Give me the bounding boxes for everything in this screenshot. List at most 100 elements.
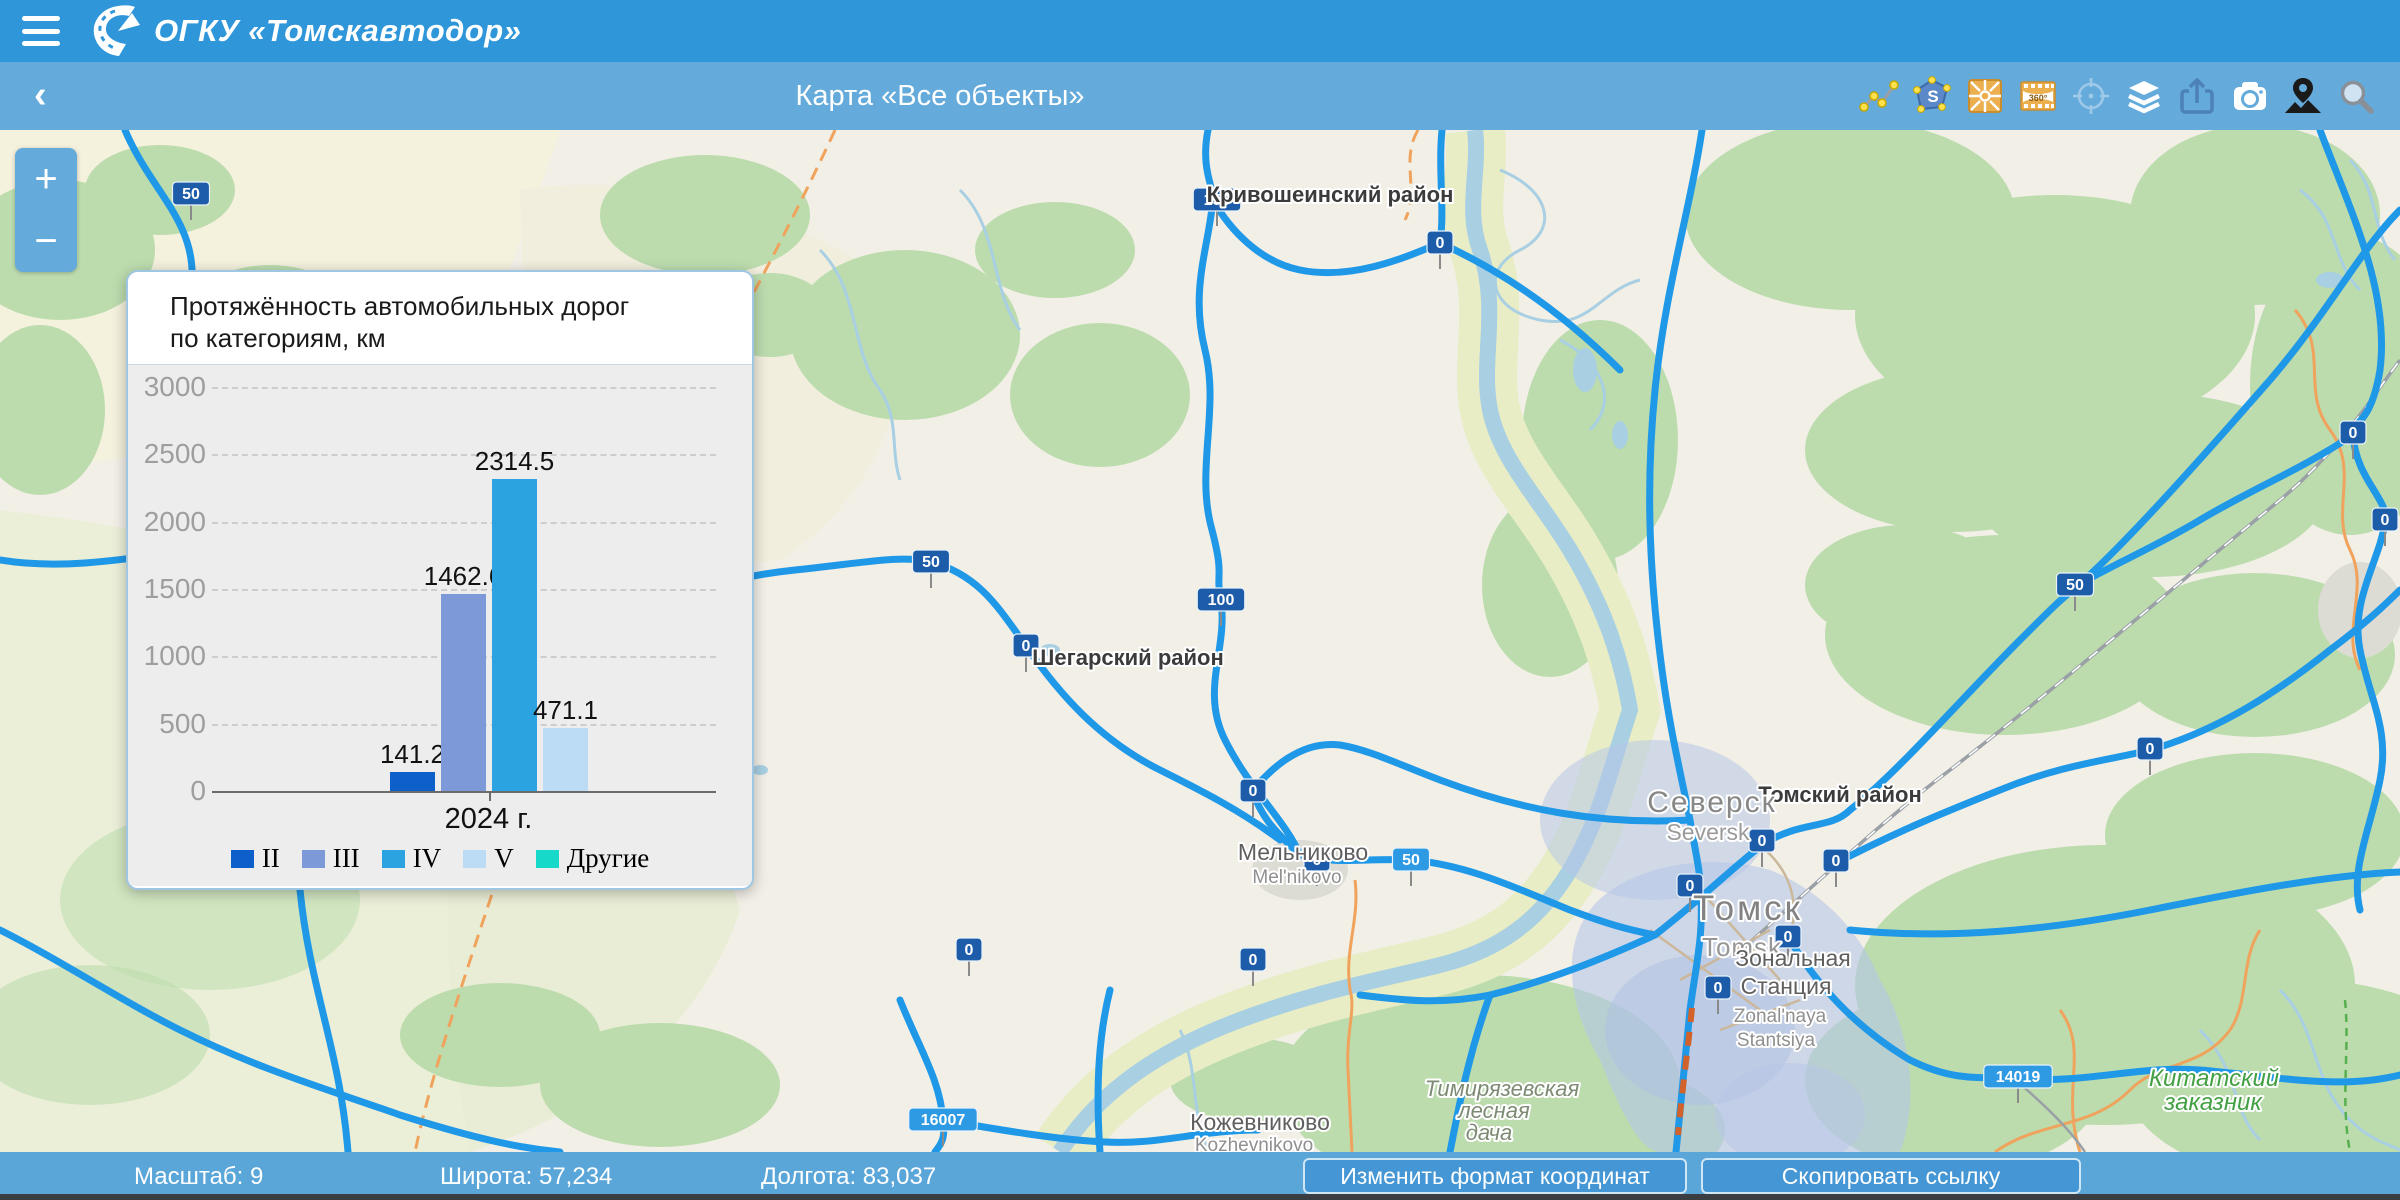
brand-logo-road-icon <box>88 3 144 59</box>
x-category-label: 2024 г. <box>389 803 589 836</box>
legend-label: V <box>494 843 514 874</box>
map-label: Zonal'naya <box>1734 1006 1827 1027</box>
chart-bar-II <box>390 772 435 791</box>
video-360-icon[interactable]: 360° <box>2018 76 2058 116</box>
brand-title: ОГКУ «Томскавтодор» <box>154 13 521 49</box>
tiles-icon[interactable] <box>1965 76 2005 116</box>
svg-text:0: 0 <box>1784 929 1793 946</box>
map-toolbar: ‹ Карта «Все объекты» S <box>0 62 2400 130</box>
scale-readout: Масштаб: 9 <box>134 1163 263 1191</box>
legend-item-IV: IV <box>382 843 442 874</box>
map-label: Зональная <box>1735 945 1851 971</box>
svg-text:0: 0 <box>1436 235 1445 252</box>
x-axis-tick <box>489 791 491 801</box>
zoom-controls: + − <box>15 148 77 272</box>
y-axis-tick-label: 500 <box>130 708 206 740</box>
chart-gridline <box>212 522 716 524</box>
change-coord-format-button[interactable]: Изменить формат координат <box>1303 1158 1687 1194</box>
longitude-readout: Долгота: 83,037 <box>761 1163 936 1191</box>
svg-text:S: S <box>1927 87 1938 106</box>
svg-text:50: 50 <box>922 554 940 571</box>
svg-text:360°: 360° <box>2029 93 2048 103</box>
chart-legend: IIIIIIVVДругие <box>128 843 752 874</box>
map-label: заказник <box>2163 1089 2263 1116</box>
svg-text:16007: 16007 <box>921 1112 966 1129</box>
placemark-icon[interactable] <box>2283 76 2323 116</box>
legend-swatch <box>463 850 486 868</box>
svg-text:100: 100 <box>1208 592 1235 609</box>
legend-swatch <box>382 850 405 868</box>
map-label: Северск <box>1647 786 1776 819</box>
y-axis-tick-label: 3000 <box>130 371 206 403</box>
layers-icon[interactable] <box>2124 76 2164 116</box>
legend-swatch <box>231 850 254 868</box>
chart-header: Протяжённость автомобильных дорог по кат… <box>128 272 752 365</box>
camera-icon[interactable] <box>2230 76 2270 116</box>
legend-label: II <box>262 843 280 874</box>
svg-text:0: 0 <box>1249 952 1258 969</box>
legend-item-II: II <box>231 843 280 874</box>
status-bar: Масштаб: 9 Широта: 57,234 Долгота: 83,03… <box>0 1152 2400 1200</box>
svg-text:0: 0 <box>1832 853 1841 870</box>
legend-label: Другие <box>567 843 650 874</box>
svg-text:14019: 14019 <box>1996 1069 2041 1086</box>
map-title: Карта «Все объекты» <box>0 62 1880 130</box>
svg-text:0: 0 <box>2146 741 2155 758</box>
map-label: Томский район <box>1758 782 1922 807</box>
map-label: Мельниково <box>1238 839 1368 865</box>
latitude-readout: Широта: 57,234 <box>440 1163 612 1191</box>
chart-bar-V <box>543 728 588 791</box>
legend-item-V: V <box>463 843 514 874</box>
legend-item-Другие: Другие <box>536 843 650 874</box>
svg-text:50: 50 <box>2066 577 2084 594</box>
chart-bar-III <box>441 594 486 791</box>
app-header: ОГКУ «Томскавтодор» <box>0 0 2400 62</box>
svg-text:0: 0 <box>2349 425 2358 442</box>
chart-gridline <box>212 387 716 389</box>
svg-text:0: 0 <box>1249 783 1258 800</box>
svg-text:0: 0 <box>1758 833 1767 850</box>
x-axis-line <box>212 791 716 793</box>
legend-label: IV <box>413 843 442 874</box>
y-axis-tick-label: 1000 <box>130 640 206 672</box>
chart-plot-area: 050010001500200025003000141.21462.62314.… <box>128 365 752 886</box>
menu-icon[interactable] <box>22 16 60 46</box>
svg-text:50: 50 <box>1402 852 1420 869</box>
y-axis-tick-label: 2000 <box>130 506 206 538</box>
svg-text:0: 0 <box>1022 638 1031 655</box>
map-label: Kozhevnikovo <box>1195 1135 1313 1152</box>
map-label: Stantsiya <box>1737 1030 1816 1051</box>
bar-value-label: 2314.5 <box>455 446 575 477</box>
route-measure-icon[interactable] <box>1859 76 1899 116</box>
copy-link-button[interactable]: Скопировать ссылку <box>1701 1158 2081 1194</box>
map-label: Mel'nikovo <box>1252 867 1341 888</box>
crosshair-icon[interactable] <box>2071 76 2111 116</box>
y-axis-tick-label: 2500 <box>130 438 206 470</box>
legend-label: III <box>333 843 360 874</box>
window-bottom-edge <box>0 1194 2400 1200</box>
area-measure-icon[interactable]: S <box>1912 76 1952 116</box>
y-axis-tick-label: 0 <box>130 775 206 807</box>
map-label: Станция <box>1741 973 1832 999</box>
chart-bar-IV <box>492 479 537 791</box>
map-label: Кривошеинский район <box>1207 182 1454 207</box>
svg-text:0: 0 <box>1714 980 1723 997</box>
legend-swatch <box>536 850 559 868</box>
export-icon[interactable] <box>2177 76 2217 116</box>
chart-title: Протяжённость автомобильных дорог по кат… <box>128 272 752 354</box>
zoom-out-button[interactable]: − <box>15 210 77 272</box>
map-label: Seversk <box>1666 819 1750 845</box>
svg-text:0: 0 <box>965 942 974 959</box>
legend-swatch <box>302 850 325 868</box>
svg-text:0: 0 <box>2381 512 2390 529</box>
svg-text:50: 50 <box>182 186 200 203</box>
map-label: Китатский <box>2149 1065 2279 1092</box>
y-axis-tick-label: 1500 <box>130 573 206 605</box>
toolbar-icons: S 360° <box>1859 62 2376 130</box>
search-icon[interactable] <box>2336 76 2376 116</box>
chart-panel: Протяжённость автомобильных дорог по кат… <box>126 270 754 890</box>
map-label: Кожевниково <box>1190 1109 1330 1135</box>
map-label: Томск <box>1693 889 1803 928</box>
bar-value-label: 471.1 <box>506 695 626 726</box>
zoom-in-button[interactable]: + <box>15 148 77 210</box>
